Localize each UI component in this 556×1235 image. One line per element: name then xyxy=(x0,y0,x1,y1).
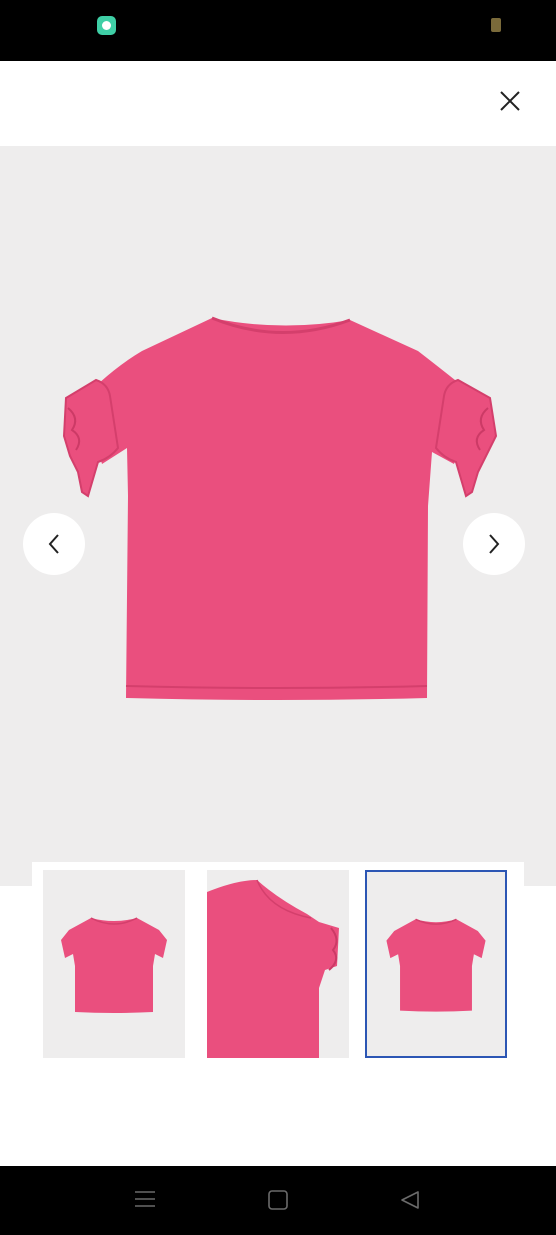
thumbnail-back-view[interactable] xyxy=(365,870,507,1058)
battery-icon xyxy=(491,18,501,32)
thumbnail-front-view[interactable] xyxy=(43,870,185,1058)
chevron-left-icon xyxy=(48,534,59,554)
chevron-right-icon xyxy=(489,534,500,554)
status-bar xyxy=(0,0,556,61)
next-image-button[interactable] xyxy=(463,513,525,575)
square-home-icon xyxy=(268,1190,288,1210)
tshirt-back-image xyxy=(367,872,505,1056)
triangle-back-icon xyxy=(401,1191,419,1209)
thumbnail-strip xyxy=(32,862,524,1067)
previous-image-button[interactable] xyxy=(23,513,85,575)
menu-icon xyxy=(135,1191,155,1207)
system-navigation-bar xyxy=(0,1166,556,1235)
product-image-gallery[interactable] xyxy=(0,146,556,886)
back-button[interactable] xyxy=(400,1190,420,1215)
chat-notification-icon xyxy=(97,16,116,35)
close-icon xyxy=(500,91,520,111)
thumbnail-sleeve-detail[interactable] xyxy=(207,870,349,1058)
tshirt-sleeve-image xyxy=(207,870,349,1058)
tshirt-front-image xyxy=(43,870,185,1058)
close-button[interactable] xyxy=(494,85,526,117)
product-main-image xyxy=(0,146,556,886)
home-button[interactable] xyxy=(268,1190,288,1215)
menu-button[interactable] xyxy=(135,1190,155,1213)
